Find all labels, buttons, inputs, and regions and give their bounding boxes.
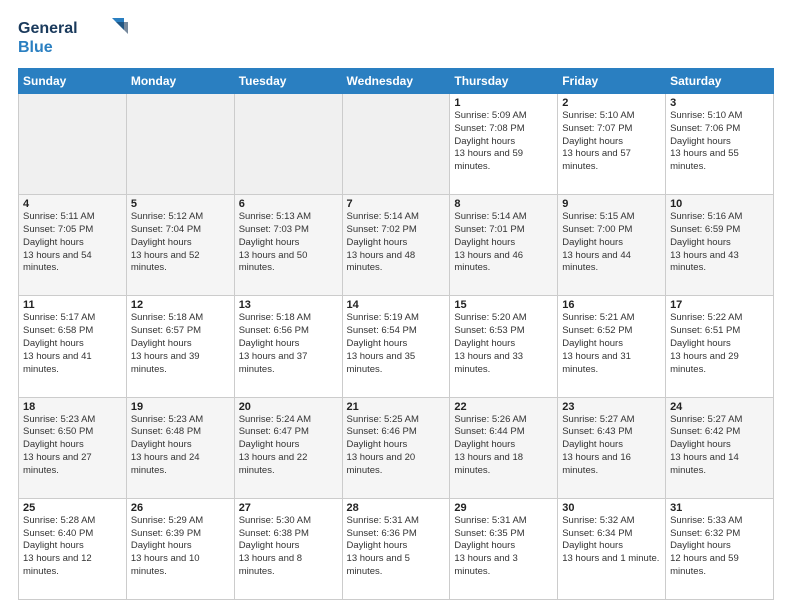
weekday-header-thursday: Thursday — [450, 69, 558, 94]
weekday-header-monday: Monday — [126, 69, 234, 94]
day-number: 22 — [454, 401, 553, 413]
day-cell: 26Sunrise: 5:29 AMSunset: 6:39 PMDayligh… — [126, 498, 234, 599]
day-cell: 10Sunrise: 5:16 AMSunset: 6:59 PMDayligh… — [666, 195, 774, 296]
day-cell: 7Sunrise: 5:14 AMSunset: 7:02 PMDaylight… — [342, 195, 450, 296]
day-number: 14 — [347, 299, 446, 311]
day-cell: 27Sunrise: 5:30 AMSunset: 6:38 PMDayligh… — [234, 498, 342, 599]
day-number: 19 — [131, 401, 230, 413]
svg-text:General: General — [18, 20, 78, 37]
day-cell — [19, 94, 127, 195]
day-cell: 1Sunrise: 5:09 AMSunset: 7:08 PMDaylight… — [450, 94, 558, 195]
week-row-1: 1Sunrise: 5:09 AMSunset: 7:08 PMDaylight… — [19, 94, 774, 195]
day-number: 13 — [239, 299, 338, 311]
day-cell: 5Sunrise: 5:12 AMSunset: 7:04 PMDaylight… — [126, 195, 234, 296]
day-number: 9 — [562, 198, 661, 210]
day-number: 11 — [23, 299, 122, 311]
day-cell: 16Sunrise: 5:21 AMSunset: 6:52 PMDayligh… — [558, 296, 666, 397]
day-number: 28 — [347, 502, 446, 514]
day-cell: 31Sunrise: 5:33 AMSunset: 6:32 PMDayligh… — [666, 498, 774, 599]
day-number: 21 — [347, 401, 446, 413]
day-cell: 23Sunrise: 5:27 AMSunset: 6:43 PMDayligh… — [558, 397, 666, 498]
day-number: 1 — [454, 97, 553, 109]
day-number: 6 — [239, 198, 338, 210]
day-cell: 19Sunrise: 5:23 AMSunset: 6:48 PMDayligh… — [126, 397, 234, 498]
week-row-2: 4Sunrise: 5:11 AMSunset: 7:05 PMDaylight… — [19, 195, 774, 296]
day-cell: 21Sunrise: 5:25 AMSunset: 6:46 PMDayligh… — [342, 397, 450, 498]
day-number: 31 — [670, 502, 769, 514]
day-number: 8 — [454, 198, 553, 210]
day-cell: 20Sunrise: 5:24 AMSunset: 6:47 PMDayligh… — [234, 397, 342, 498]
weekday-header-tuesday: Tuesday — [234, 69, 342, 94]
day-cell — [234, 94, 342, 195]
day-number: 23 — [562, 401, 661, 413]
header: General Blue — [18, 16, 774, 58]
day-number: 12 — [131, 299, 230, 311]
day-number: 5 — [131, 198, 230, 210]
day-number: 15 — [454, 299, 553, 311]
day-cell: 24Sunrise: 5:27 AMSunset: 6:42 PMDayligh… — [666, 397, 774, 498]
day-cell — [342, 94, 450, 195]
day-number: 20 — [239, 401, 338, 413]
day-number: 30 — [562, 502, 661, 514]
week-row-4: 18Sunrise: 5:23 AMSunset: 6:50 PMDayligh… — [19, 397, 774, 498]
day-number: 4 — [23, 198, 122, 210]
day-number: 2 — [562, 97, 661, 109]
day-cell: 4Sunrise: 5:11 AMSunset: 7:05 PMDaylight… — [19, 195, 127, 296]
day-cell: 11Sunrise: 5:17 AMSunset: 6:58 PMDayligh… — [19, 296, 127, 397]
weekday-header-friday: Friday — [558, 69, 666, 94]
calendar-table: SundayMondayTuesdayWednesdayThursdayFrid… — [18, 68, 774, 600]
day-cell: 13Sunrise: 5:18 AMSunset: 6:56 PMDayligh… — [234, 296, 342, 397]
day-cell: 6Sunrise: 5:13 AMSunset: 7:03 PMDaylight… — [234, 195, 342, 296]
day-cell: 29Sunrise: 5:31 AMSunset: 6:35 PMDayligh… — [450, 498, 558, 599]
day-cell — [126, 94, 234, 195]
day-cell: 9Sunrise: 5:15 AMSunset: 7:00 PMDaylight… — [558, 195, 666, 296]
day-cell: 3Sunrise: 5:10 AMSunset: 7:06 PMDaylight… — [666, 94, 774, 195]
day-cell: 17Sunrise: 5:22 AMSunset: 6:51 PMDayligh… — [666, 296, 774, 397]
day-number: 24 — [670, 401, 769, 413]
day-number: 18 — [23, 401, 122, 413]
day-cell: 2Sunrise: 5:10 AMSunset: 7:07 PMDaylight… — [558, 94, 666, 195]
day-number: 7 — [347, 198, 446, 210]
day-cell: 14Sunrise: 5:19 AMSunset: 6:54 PMDayligh… — [342, 296, 450, 397]
day-number: 26 — [131, 502, 230, 514]
weekday-header-wednesday: Wednesday — [342, 69, 450, 94]
day-cell: 15Sunrise: 5:20 AMSunset: 6:53 PMDayligh… — [450, 296, 558, 397]
logo: General Blue — [18, 16, 128, 58]
calendar-page: General Blue SundayMondayTuesdayWednesda… — [0, 0, 792, 612]
logo-svg: General Blue — [18, 16, 128, 58]
day-number: 25 — [23, 502, 122, 514]
week-row-5: 25Sunrise: 5:28 AMSunset: 6:40 PMDayligh… — [19, 498, 774, 599]
day-number: 29 — [454, 502, 553, 514]
day-cell: 12Sunrise: 5:18 AMSunset: 6:57 PMDayligh… — [126, 296, 234, 397]
day-cell: 18Sunrise: 5:23 AMSunset: 6:50 PMDayligh… — [19, 397, 127, 498]
weekday-header-sunday: Sunday — [19, 69, 127, 94]
day-number: 27 — [239, 502, 338, 514]
svg-text:Blue: Blue — [18, 39, 53, 56]
week-row-3: 11Sunrise: 5:17 AMSunset: 6:58 PMDayligh… — [19, 296, 774, 397]
weekday-header-saturday: Saturday — [666, 69, 774, 94]
day-number: 3 — [670, 97, 769, 109]
day-cell: 8Sunrise: 5:14 AMSunset: 7:01 PMDaylight… — [450, 195, 558, 296]
day-cell: 22Sunrise: 5:26 AMSunset: 6:44 PMDayligh… — [450, 397, 558, 498]
weekday-header-row: SundayMondayTuesdayWednesdayThursdayFrid… — [19, 69, 774, 94]
day-cell: 25Sunrise: 5:28 AMSunset: 6:40 PMDayligh… — [19, 498, 127, 599]
day-cell: 28Sunrise: 5:31 AMSunset: 6:36 PMDayligh… — [342, 498, 450, 599]
day-number: 17 — [670, 299, 769, 311]
day-number: 16 — [562, 299, 661, 311]
day-cell: 30Sunrise: 5:32 AMSunset: 6:34 PMDayligh… — [558, 498, 666, 599]
day-number: 10 — [670, 198, 769, 210]
